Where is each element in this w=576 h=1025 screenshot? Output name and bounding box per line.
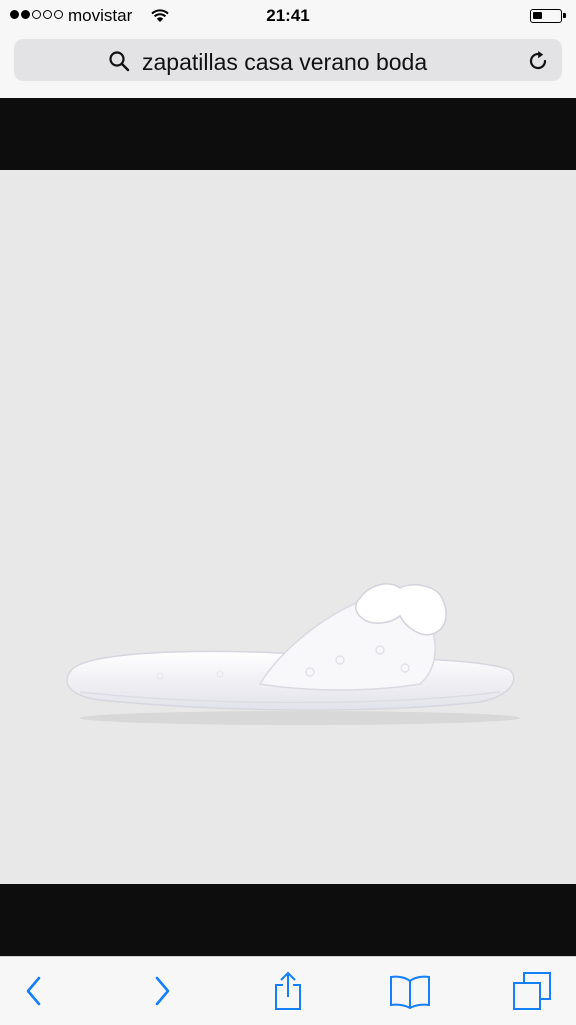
chevron-left-icon[interactable] xyxy=(12,971,56,1011)
search-icon xyxy=(108,50,130,77)
web-content xyxy=(0,98,576,956)
book-icon[interactable] xyxy=(388,971,432,1011)
tabs-icon[interactable] xyxy=(510,971,554,1011)
status-bar: movistar 21:41 xyxy=(0,0,576,34)
product-image-area[interactable] xyxy=(0,170,576,884)
share-icon[interactable] xyxy=(266,971,310,1011)
address-query[interactable]: zapatillas casa verano boda xyxy=(142,49,427,76)
reload-icon[interactable] xyxy=(526,49,550,78)
browser-address-area: zapatillas casa verano boda xyxy=(0,34,576,99)
clock: 21:41 xyxy=(266,6,310,25)
browser-toolbar xyxy=(0,956,576,1025)
slipper-image xyxy=(66,583,520,725)
battery-icon xyxy=(530,9,566,23)
chevron-right-icon[interactable] xyxy=(140,971,184,1011)
address-bar[interactable]: zapatillas casa verano boda xyxy=(14,39,562,81)
